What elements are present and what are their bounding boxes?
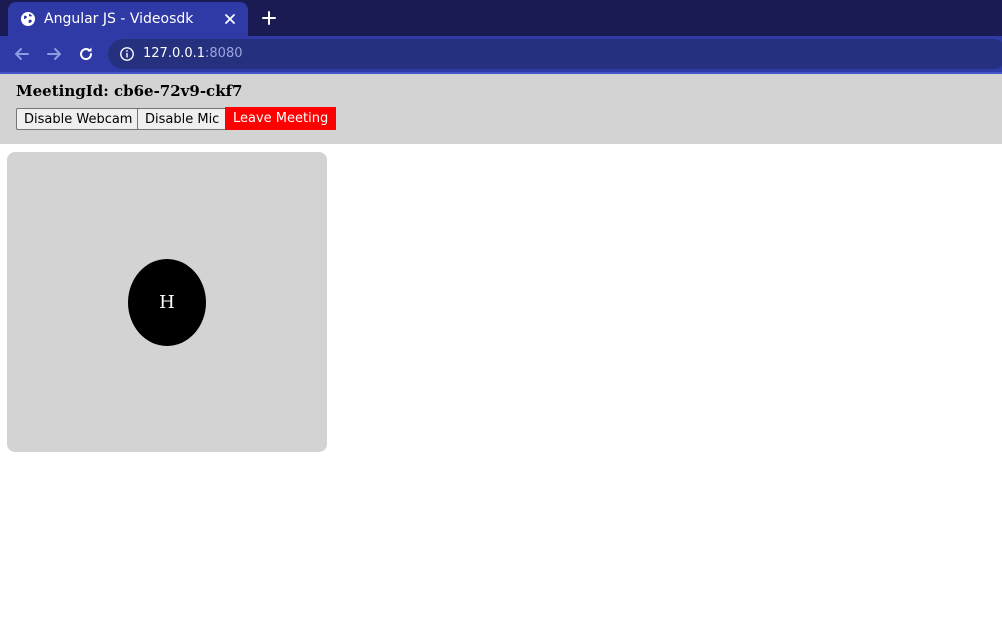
browser-toolbar: 127.0.0.1:8080 bbox=[0, 36, 1002, 72]
meeting-id: MeetingId: cb6e-72v9-ckf7 bbox=[16, 82, 243, 100]
avatar-initial: H bbox=[159, 292, 175, 313]
participant-tile: H bbox=[7, 152, 327, 452]
avatar: H bbox=[128, 259, 206, 346]
close-icon[interactable] bbox=[222, 11, 238, 27]
address-url: 127.0.0.1:8080 bbox=[143, 46, 243, 61]
disable-webcam-button[interactable]: Disable Webcam bbox=[16, 108, 141, 130]
globe-icon bbox=[20, 11, 36, 27]
plus-icon[interactable] bbox=[260, 9, 278, 27]
info-icon[interactable] bbox=[119, 46, 135, 62]
browser-tab-strip: Angular JS - Videosdk bbox=[0, 0, 1002, 36]
back-arrow-icon[interactable] bbox=[13, 45, 31, 63]
browser-tab-active[interactable]: Angular JS - Videosdk bbox=[8, 2, 248, 36]
url-host: 127.0.0.1 bbox=[143, 46, 206, 61]
disable-mic-button[interactable]: Disable Mic bbox=[137, 108, 228, 130]
forward-arrow-icon[interactable] bbox=[45, 45, 63, 63]
address-bar[interactable]: 127.0.0.1:8080 bbox=[108, 39, 1002, 69]
leave-meeting-button[interactable]: Leave Meeting bbox=[225, 107, 337, 130]
url-port: :8080 bbox=[205, 46, 243, 61]
meeting-controls: MeetingId: cb6e-72v9-ckf7 Disable Webcam… bbox=[0, 74, 1002, 144]
tab-title: Angular JS - Videosdk bbox=[44, 11, 194, 27]
reload-icon[interactable] bbox=[77, 45, 95, 63]
